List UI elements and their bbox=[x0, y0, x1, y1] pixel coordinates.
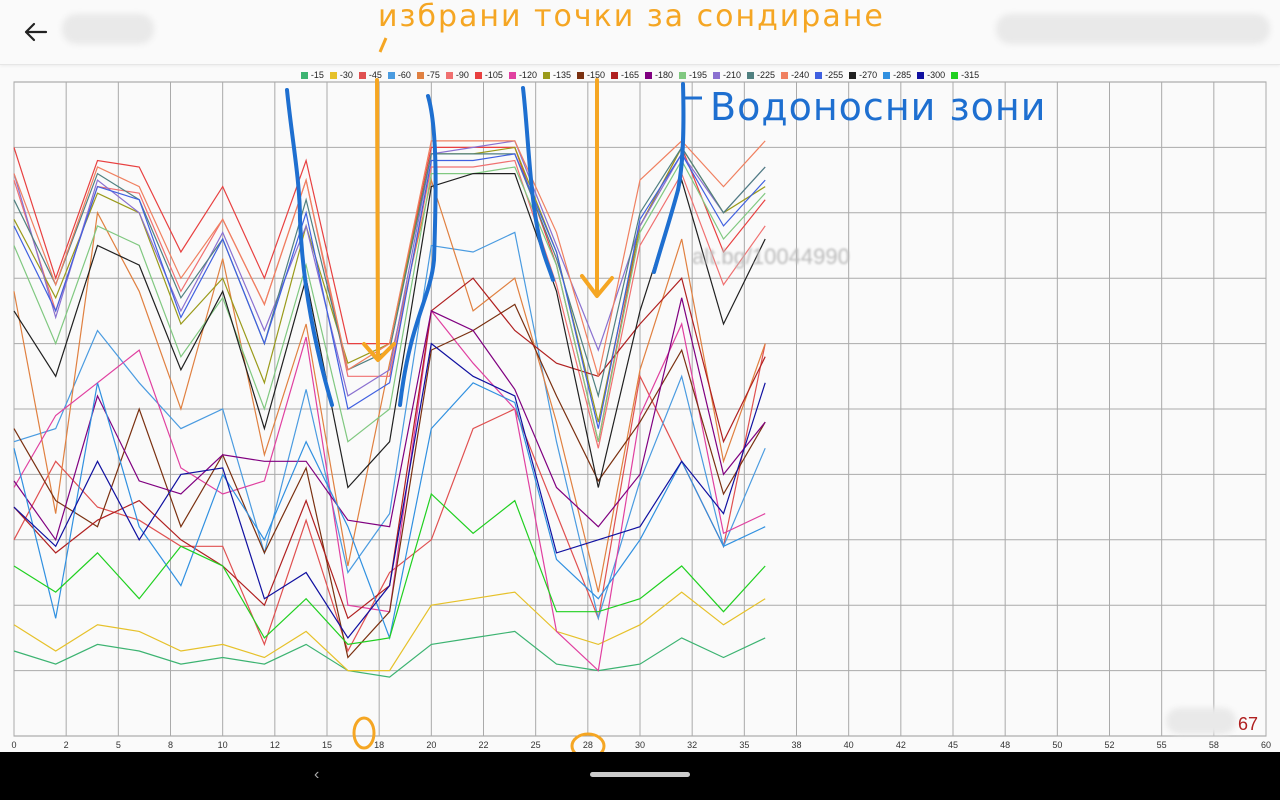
x-tick-label: 50 bbox=[1052, 740, 1063, 750]
nav-back-icon[interactable]: ‹ bbox=[314, 766, 319, 784]
home-gesture-pill[interactable] bbox=[590, 772, 690, 777]
x-tick-label: 35 bbox=[739, 740, 750, 750]
x-tick-label: 18 bbox=[374, 740, 385, 750]
x-tick-label: 5 bbox=[115, 740, 121, 750]
x-tick-label: 0 bbox=[11, 740, 17, 750]
line-chart bbox=[13, 81, 1267, 737]
x-tick-label: 58 bbox=[1208, 740, 1219, 750]
x-tick-label: 28 bbox=[582, 740, 593, 750]
x-tick-label: 48 bbox=[1000, 740, 1011, 750]
x-tick-label: 12 bbox=[269, 740, 280, 750]
x-tick-label: 10 bbox=[217, 740, 228, 750]
x-tick-label: 38 bbox=[791, 740, 802, 750]
x-tick-label: 32 bbox=[687, 740, 698, 750]
x-tick-label: 2 bbox=[63, 740, 69, 750]
x-tick-label: 60 bbox=[1260, 740, 1272, 750]
page-number: 67 bbox=[1238, 714, 1259, 734]
x-tick-label: 8 bbox=[167, 740, 174, 750]
x-tick-label: 22 bbox=[478, 740, 489, 750]
watermark-text: alt.bg/10044990 bbox=[692, 244, 850, 269]
x-tick-label: 45 bbox=[947, 740, 959, 750]
x-tick-label: 15 bbox=[321, 740, 333, 750]
blurred-footer bbox=[1166, 708, 1236, 734]
x-tick-label: 20 bbox=[426, 740, 437, 750]
x-tick-label: 42 bbox=[895, 740, 906, 750]
x-tick-label: 55 bbox=[1156, 740, 1167, 750]
x-tick-label: 52 bbox=[1104, 740, 1115, 750]
x-tick-label: 25 bbox=[530, 740, 541, 750]
x-tick-label: 30 bbox=[634, 740, 646, 750]
x-tick-label: 40 bbox=[843, 740, 854, 750]
